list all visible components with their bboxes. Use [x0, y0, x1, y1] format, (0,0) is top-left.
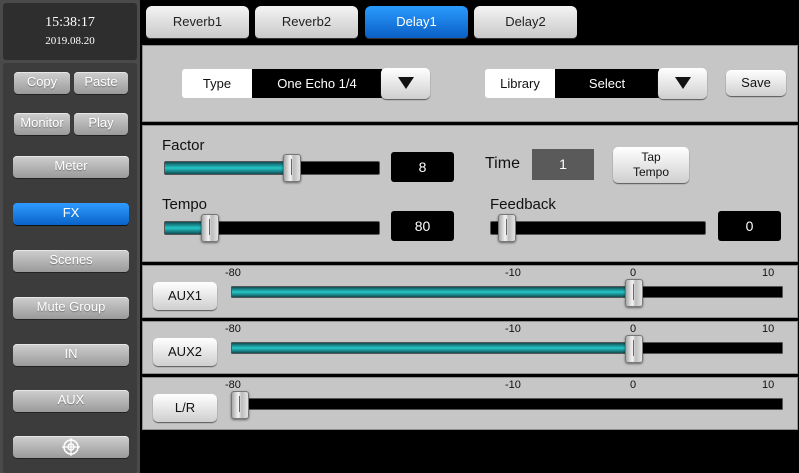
scale-label: 0: [630, 323, 637, 335]
library-value[interactable]: Select: [555, 69, 659, 98]
time-label: Time: [485, 155, 520, 172]
tab-delay2[interactable]: Delay2: [474, 6, 577, 38]
feedback-label: Feedback: [490, 196, 556, 213]
scale-label: -80: [225, 267, 241, 279]
aux-level-fill: [232, 343, 636, 353]
monitor-button[interactable]: Monitor: [14, 113, 70, 135]
factor-value[interactable]: 8: [391, 152, 454, 182]
aux-row-aux2: -80 -10 0 10 AUX2: [142, 321, 798, 374]
crosshair-icon: [62, 438, 80, 456]
aux-row-name-button[interactable]: AUX2: [153, 338, 217, 366]
aux-level-slider[interactable]: [231, 286, 783, 298]
feedback-slider-thumb-layer: [498, 214, 706, 242]
copy-button[interactable]: Copy: [14, 72, 70, 94]
tab-delay1[interactable]: Delay1: [365, 6, 468, 38]
scenes-button[interactable]: Scenes: [13, 250, 129, 272]
aux-row-lr: -80 -10 0 10 L/R: [142, 377, 798, 430]
scale-label: 10: [762, 379, 775, 391]
sidebar: 15:38:17 2019.08.20 Copy Paste Monitor P…: [0, 0, 140, 473]
type-label: Type: [182, 69, 252, 98]
tap-tempo-button[interactable]: Tap Tempo: [613, 147, 689, 183]
scale-label: 10: [762, 323, 775, 335]
factor-slider-thumb[interactable]: [283, 154, 302, 182]
save-button[interactable]: Save: [726, 70, 786, 96]
scale-label: -10: [505, 323, 521, 335]
factor-label: Factor: [162, 137, 205, 154]
factor-slider-thumb-layer: [164, 154, 380, 182]
settings-button[interactable]: [13, 436, 129, 458]
tempo-value[interactable]: 80: [391, 211, 454, 241]
fx-button[interactable]: FX: [13, 203, 129, 225]
play-button[interactable]: Play: [74, 113, 128, 135]
aux-level-slider[interactable]: [231, 398, 783, 410]
library-label: Library: [485, 69, 555, 98]
tab-reverb1[interactable]: Reverb1: [146, 6, 249, 38]
clock-date: 2019.08.20: [45, 35, 95, 47]
clock-time: 15:38:17: [45, 15, 95, 30]
aux-row-name-button[interactable]: AUX1: [153, 282, 217, 310]
scale-label: 0: [630, 379, 637, 391]
scale-label: 0: [630, 267, 637, 279]
aux-level-thumb[interactable]: [231, 391, 249, 419]
type-dropdown-button[interactable]: [381, 68, 430, 99]
aux-level-slider[interactable]: [231, 342, 783, 354]
meter-button[interactable]: Meter: [13, 156, 129, 178]
type-value[interactable]: One Echo 1/4: [252, 69, 382, 98]
library-dropdown-button[interactable]: [658, 68, 707, 99]
aux-level-thumb[interactable]: [625, 335, 644, 363]
time-value: 1: [532, 149, 594, 180]
feedback-slider-thumb[interactable]: [498, 214, 516, 242]
scale-label: -10: [505, 379, 521, 391]
scale-label: 10: [762, 267, 775, 279]
aux-level-thumb[interactable]: [625, 279, 644, 307]
feedback-value[interactable]: 0: [718, 211, 781, 241]
triangle-down-icon: [397, 77, 414, 89]
scale-label: -10: [505, 267, 521, 279]
aux-row-name-button[interactable]: L/R: [153, 394, 217, 422]
mute-group-button[interactable]: Mute Group: [13, 297, 129, 319]
tab-reverb2[interactable]: Reverb2: [255, 6, 358, 38]
in-button[interactable]: IN: [13, 344, 129, 366]
clock: 15:38:17 2019.08.20: [3, 3, 137, 60]
delay-params-panel: [142, 125, 798, 262]
aux-row-aux1: -80 -10 0 10 AUX1: [142, 265, 798, 318]
tempo-slider-thumb[interactable]: [201, 214, 220, 242]
scale-label: -80: [225, 379, 241, 391]
paste-button[interactable]: Paste: [74, 72, 128, 94]
tempo-slider-thumb-layer: [164, 214, 380, 242]
triangle-down-icon: [674, 77, 691, 89]
scale-label: -80: [225, 323, 241, 335]
tempo-label: Tempo: [162, 196, 208, 213]
aux-level-fill: [232, 287, 636, 297]
aux-button[interactable]: AUX: [13, 390, 129, 412]
